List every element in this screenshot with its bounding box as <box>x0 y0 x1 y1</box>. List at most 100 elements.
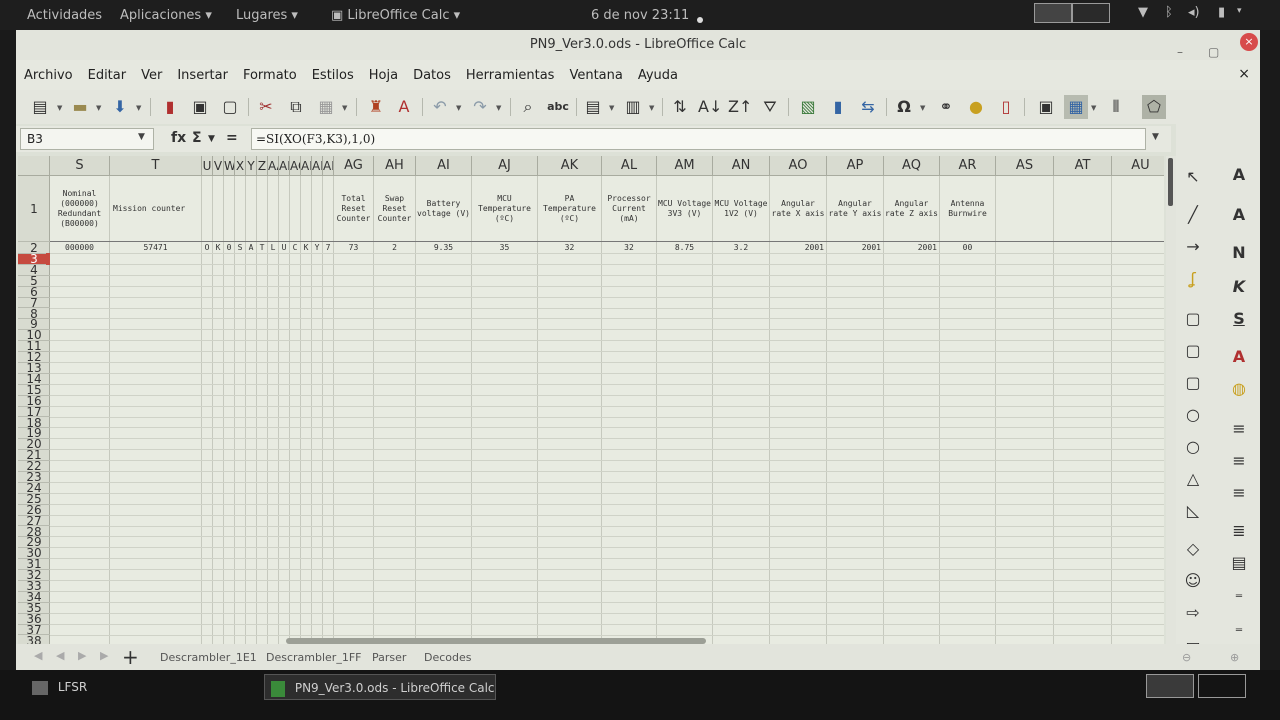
undo-icon[interactable]: ↶ <box>428 95 452 119</box>
select-all-corner[interactable] <box>18 156 50 176</box>
row-header-24[interactable]: 24 <box>18 483 50 494</box>
block-arrow-icon[interactable]: ⇨ <box>1180 600 1206 626</box>
curve-icon[interactable]: ʆ <box>1180 266 1206 292</box>
clear-formatting-icon[interactable]: A <box>392 95 416 119</box>
wrap-text-icon[interactable]: ▤ <box>1226 550 1252 576</box>
column-header-at[interactable]: AT <box>1054 156 1112 176</box>
menu-hoja[interactable]: Hoja <box>369 68 398 83</box>
bold-icon[interactable]: N <box>1226 240 1252 266</box>
cell-ar2[interactable]: 00 <box>940 242 995 253</box>
cell-ak1[interactable]: PA Temperature (ºC) <box>538 176 601 241</box>
right-triangle-icon[interactable]: ◺ <box>1180 498 1206 524</box>
cell-ae2[interactable]: Y <box>312 242 322 253</box>
row-header-7[interactable]: 7 <box>18 298 50 309</box>
row-header-16[interactable]: 16 <box>18 396 50 407</box>
close-document-button[interactable]: × <box>1238 66 1250 82</box>
row-header-31[interactable]: 31 <box>18 559 50 571</box>
column-header-ag[interactable]: AG <box>334 156 374 176</box>
row-header-35[interactable]: 35 <box>18 603 50 614</box>
cell-ao2[interactable]: 2001 <box>770 242 826 253</box>
row-header-1[interactable]: 1 <box>18 176 50 242</box>
column-header-ad[interactable]: AD <box>301 156 312 176</box>
cell-y2[interactable]: A <box>246 242 256 253</box>
cell-w2[interactable]: 0 <box>224 242 234 253</box>
zoom-in-icon[interactable]: ⊕ <box>1230 651 1239 664</box>
column-header-aj[interactable]: AJ <box>472 156 538 176</box>
cell-aq2[interactable]: 2001 <box>884 242 939 253</box>
column-header-al[interactable]: AL <box>602 156 657 176</box>
column-icon[interactable]: ▥ <box>621 95 645 119</box>
workspace-indicator-1[interactable] <box>1034 3 1072 23</box>
ellipse-icon[interactable]: ○ <box>1180 402 1206 428</box>
row-header-18[interactable]: 18 <box>18 418 50 429</box>
menu-estilos[interactable]: Estilos <box>312 68 354 83</box>
cell-aq1[interactable]: Angular rate Z axis <box>884 176 939 241</box>
row-header-25[interactable]: 25 <box>18 494 50 505</box>
italic-icon[interactable]: K <box>1226 274 1252 300</box>
tab-descrambler-1e1[interactable]: Descrambler_1E1 <box>160 651 257 664</box>
show-draw-functions-icon[interactable]: ⬠ <box>1142 95 1166 119</box>
row-header-36[interactable]: 36 <box>18 614 50 625</box>
line-icon[interactable]: ╱ <box>1180 202 1206 228</box>
column-header-s[interactable]: S <box>50 156 110 176</box>
cell-ah2[interactable]: 2 <box>374 242 415 253</box>
column-header-ap[interactable]: AP <box>827 156 884 176</box>
column-header-aa[interactable]: AA <box>268 156 279 176</box>
column-dropdown-icon[interactable]: ▼ <box>649 104 654 112</box>
font-a-icon[interactable]: A <box>1226 162 1252 188</box>
clock[interactable]: 6 de nov 23:11 <box>591 8 689 23</box>
column-header-ao[interactable]: AO <box>770 156 827 176</box>
row-header-23[interactable]: 23 <box>18 472 50 483</box>
function-wizard-icon[interactable]: fx <box>171 130 186 146</box>
menu-editar[interactable]: Editar <box>88 68 127 83</box>
justify-icon[interactable]: ≣ <box>1226 518 1252 544</box>
cell-aj2[interactable]: 35 <box>472 242 537 253</box>
cell-an2[interactable]: 3.2 <box>713 242 769 253</box>
column-header-v[interactable]: V <box>213 156 224 176</box>
system-menu-arrow-icon[interactable]: ▾ <box>1237 6 1242 16</box>
cell-ar1[interactable]: Antenna Burnwire <box>940 176 995 241</box>
row-header-10[interactable]: 10 <box>18 330 50 342</box>
align-right-icon[interactable]: ≡ <box>1226 480 1252 506</box>
column-header-ae[interactable]: AE <box>312 156 323 176</box>
first-sheet-icon[interactable]: ◀ <box>34 649 42 662</box>
cell-z2[interactable]: T <box>257 242 267 253</box>
cell-ap1[interactable]: Angular rate Y axis <box>827 176 883 241</box>
sum-dropdown-icon[interactable]: ▼ <box>208 134 215 144</box>
cell-aj1[interactable]: MCU Temperature (ºC) <box>472 176 537 241</box>
menu-formato[interactable]: Formato <box>243 68 297 83</box>
sort-ascending-icon[interactable]: A↓ <box>698 95 722 119</box>
cell-grid[interactable]: Nominal (000000) Redundant (B00000) Missi… <box>46 176 1164 664</box>
cell-s2[interactable]: 000000 <box>50 242 109 253</box>
print-preview-icon[interactable]: ▢ <box>218 95 242 119</box>
applications-menu[interactable]: Aplicaciones ▾ <box>120 8 212 23</box>
clone-formatting-icon[interactable]: ♜ <box>364 95 388 119</box>
smiley-icon[interactable]: ☺ <box>1180 568 1206 594</box>
sort-descending-icon[interactable]: Z↑ <box>728 95 752 119</box>
row-header-13[interactable]: 13 <box>18 363 50 374</box>
cell-ab2[interactable]: U <box>279 242 289 253</box>
close-window-button[interactable]: × <box>1240 33 1258 51</box>
menu-ayuda[interactable]: Ayuda <box>638 68 678 83</box>
cell-ag2[interactable]: 73 <box>334 242 373 253</box>
menu-herramientas[interactable]: Herramientas <box>466 68 555 83</box>
cell-s1[interactable]: Nominal (000000) Redundant (B00000) <box>50 176 109 241</box>
insert-chart-icon[interactable]: ▮ <box>826 95 850 119</box>
title-bar[interactable]: PN9_Ver3.0.ods - LibreOffice Calc – ▢ × <box>16 30 1260 60</box>
rectangle-icon[interactable]: ▢ <box>1180 306 1206 332</box>
name-box-dropdown-icon[interactable]: ▼ <box>138 132 145 142</box>
row-header-34[interactable]: 34 <box>18 592 50 603</box>
menu-ver[interactable]: Ver <box>141 68 162 83</box>
open-dropdown-icon[interactable]: ▼ <box>96 104 101 112</box>
formula-input[interactable]: =SI(XO(F3,K3),1,0) <box>251 128 1146 150</box>
tab-descrambler-1ff[interactable]: Descrambler_1FF <box>266 651 361 664</box>
square-icon[interactable]: ▢ <box>1180 370 1206 396</box>
headers-footers-icon[interactable]: ▯ <box>994 95 1018 119</box>
column-header-w[interactable]: W <box>224 156 235 176</box>
tab-decodes[interactable]: Decodes <box>424 651 472 664</box>
column-header-ak[interactable]: AK <box>538 156 602 176</box>
cell-ac2[interactable]: C <box>290 242 300 253</box>
underline-icon[interactable]: S <box>1226 306 1252 332</box>
name-box[interactable]: B3 <box>20 128 154 150</box>
circle-icon[interactable]: ○ <box>1180 434 1206 460</box>
